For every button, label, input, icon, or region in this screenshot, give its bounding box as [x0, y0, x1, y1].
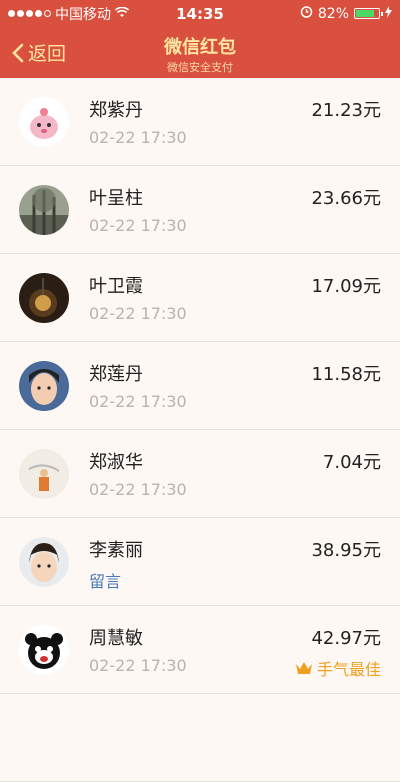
avatar: [19, 361, 69, 411]
wifi-icon: [114, 6, 130, 22]
amount: 23.66元: [311, 188, 381, 209]
list-item[interactable]: 郑淑华 02-22 17:30 7.04元: [0, 430, 400, 518]
recipient-name: 叶卫霞: [89, 276, 143, 297]
battery-icon: [354, 8, 383, 19]
list-item[interactable]: [0, 694, 400, 782]
amount: 17.09元: [311, 276, 381, 297]
avatar: [19, 449, 69, 499]
timestamp: 02-22 17:30: [89, 128, 187, 147]
avatar: [19, 625, 69, 675]
status-right: 82%: [242, 5, 392, 22]
avatar: [19, 273, 69, 323]
list-item[interactable]: 叶卫霞 02-22 17:30 17.09元: [0, 254, 400, 342]
recipient-list: 郑紫丹 02-22 17:30 21.23元 叶呈柱 02-22 17:30 2…: [0, 78, 400, 782]
page-subtitle: 微信安全支付: [167, 61, 233, 74]
signal-icon: [8, 10, 51, 17]
clock: 14:35: [176, 4, 224, 23]
status-left: 中国移动: [8, 4, 158, 24]
recipient-name: 郑紫丹: [89, 100, 143, 121]
best-luck-badge: 手气最佳: [295, 656, 381, 680]
best-luck-label: 手气最佳: [316, 660, 381, 679]
avatar: [19, 537, 69, 587]
list-item[interactable]: 叶呈柱 02-22 17:30 23.66元: [0, 166, 400, 254]
recipient-name: 叶呈柱: [89, 188, 143, 209]
avatar: [19, 185, 69, 235]
recipient-name: 周慧敏: [89, 628, 143, 649]
list-item[interactable]: 郑紫丹 02-22 17:30 21.23元: [0, 78, 400, 166]
timestamp: 02-22 17:30: [89, 304, 187, 323]
recipient-name: 郑淑华: [89, 452, 143, 473]
amount: 11.58元: [311, 364, 381, 385]
amount: 7.04元: [322, 452, 381, 473]
timestamp: 02-22 17:30: [89, 480, 187, 499]
recipient-name: 李素丽: [89, 540, 143, 561]
list-item[interactable]: 李素丽 留言 38.95元: [0, 518, 400, 606]
status-bar: 中国移动 14:35 82%: [0, 0, 400, 27]
timestamp: 02-22 17:30: [89, 392, 187, 411]
amount: 21.23元: [311, 100, 381, 121]
alarm-icon: [300, 5, 313, 22]
amount: 42.97元: [311, 628, 381, 649]
carrier-label: 中国移动: [55, 6, 111, 23]
recipient-name: 郑莲丹: [89, 364, 143, 385]
nav-bar: 返回 微信红包 微信安全支付: [0, 27, 400, 78]
timestamp: 02-22 17:30: [89, 216, 187, 235]
list-item[interactable]: 周慧敏 02-22 17:30 42.97元 手气最佳: [0, 606, 400, 694]
message-link[interactable]: 留言: [89, 568, 121, 592]
crown-icon: [295, 662, 312, 674]
list-item[interactable]: 郑莲丹 02-22 17:30 11.58元: [0, 342, 400, 430]
timestamp: 02-22 17:30: [89, 656, 187, 675]
page-title: 微信红包: [164, 37, 236, 58]
battery-percent: 82%: [317, 5, 349, 22]
avatar: [19, 97, 69, 147]
charging-icon: [385, 5, 392, 22]
amount: 38.95元: [311, 540, 381, 561]
